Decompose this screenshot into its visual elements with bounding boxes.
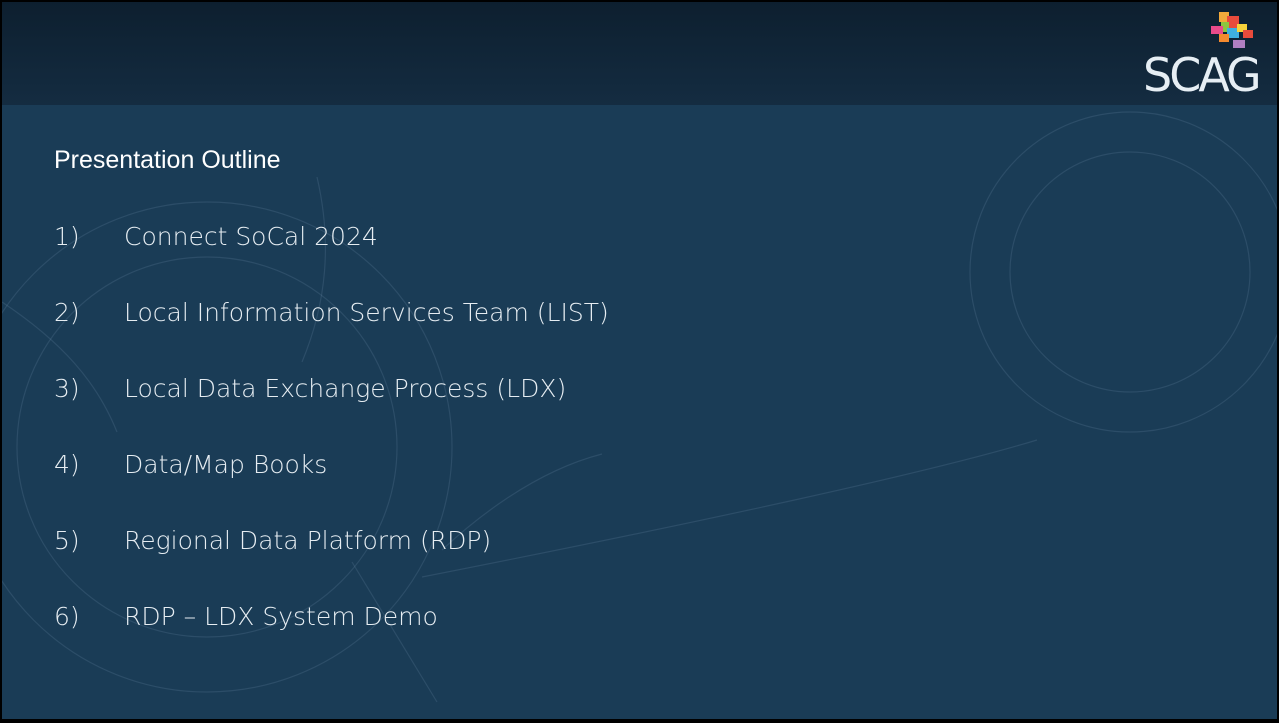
- item-text: Local Data Exchange Process (LDX): [124, 374, 567, 403]
- header-band: [2, 2, 1277, 105]
- item-text: Local Information Services Team (LIST): [124, 298, 609, 327]
- item-number: 5): [54, 526, 80, 555]
- item-text: Data/Map Books: [124, 450, 328, 479]
- scag-logo: SCAG: [1109, 10, 1262, 102]
- list-item: 6) RDP – LDX System Demo: [54, 602, 609, 678]
- item-number: 4): [54, 450, 80, 479]
- list-item: 5) Regional Data Platform (RDP): [54, 526, 609, 602]
- slide-title: Presentation Outline: [54, 146, 281, 174]
- item-number: 1): [54, 222, 80, 251]
- outline-list: 1) Connect SoCal 2024 2) Local Informati…: [54, 222, 609, 678]
- list-item: 1) Connect SoCal 2024: [54, 222, 609, 298]
- item-number: 2): [54, 298, 80, 327]
- scag-logo-text: SCAG: [1143, 48, 1262, 102]
- item-number: 3): [54, 374, 80, 403]
- list-item: 3) Local Data Exchange Process (LDX): [54, 374, 609, 450]
- item-text: Connect SoCal 2024: [124, 222, 378, 251]
- item-text: Regional Data Platform (RDP): [124, 526, 492, 555]
- slide: SCAG Presentation Outline 1) Connect SoC…: [2, 2, 1277, 719]
- item-number: 6): [54, 602, 80, 631]
- list-item: 4) Data/Map Books: [54, 450, 609, 526]
- list-item: 2) Local Information Services Team (LIST…: [54, 298, 609, 374]
- item-text: RDP – LDX System Demo: [124, 602, 438, 631]
